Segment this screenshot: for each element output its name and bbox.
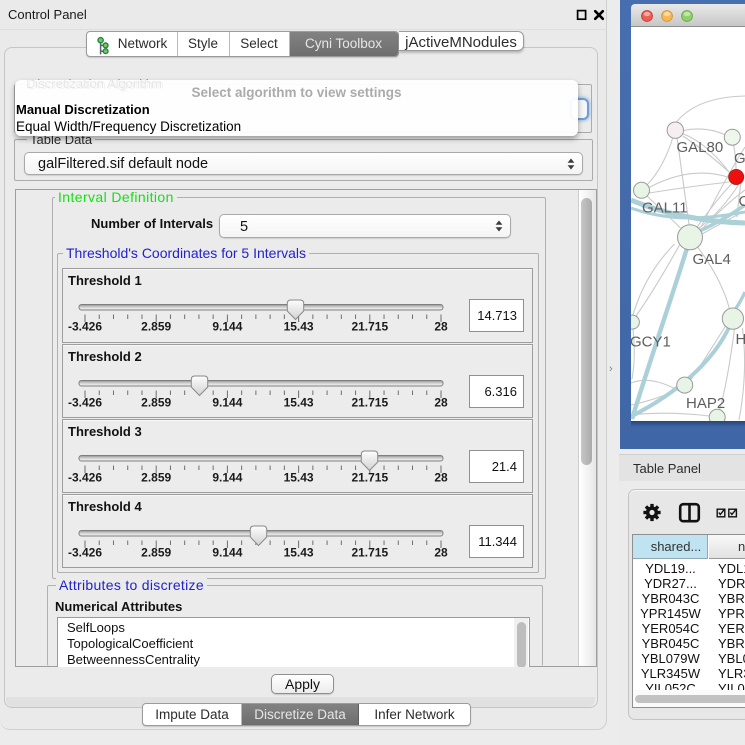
svg-text:GAL80: GAL80	[677, 139, 724, 156]
svg-text:HAP2: HAP2	[686, 395, 725, 412]
svg-text:9.144: 9.144	[212, 320, 242, 334]
svg-text:28: 28	[434, 320, 448, 334]
svg-text:GCY1: GCY1	[631, 334, 671, 351]
svg-text:-3.426: -3.426	[68, 320, 102, 334]
svg-text:2.859: 2.859	[141, 395, 171, 409]
svg-text:-3.426: -3.426	[68, 470, 102, 484]
svg-text:21.715: 21.715	[351, 320, 388, 334]
svg-text:21.715: 21.715	[351, 545, 388, 559]
svg-text:2.859: 2.859	[141, 545, 171, 559]
svg-text:9.144: 9.144	[212, 545, 242, 559]
svg-text:2.859: 2.859	[141, 470, 171, 484]
svg-text:15.43: 15.43	[284, 545, 314, 559]
svg-text:9.144: 9.144	[212, 395, 242, 409]
svg-text:2.859: 2.859	[141, 320, 171, 334]
svg-text:C: C	[739, 193, 745, 210]
svg-text:GAL11: GAL11	[642, 200, 688, 217]
svg-text:15.43: 15.43	[284, 470, 314, 484]
svg-text:28: 28	[434, 470, 448, 484]
svg-text:H: H	[736, 331, 745, 348]
svg-text:28: 28	[434, 545, 448, 559]
svg-text:G.: G.	[734, 150, 745, 167]
svg-text:21.715: 21.715	[351, 395, 388, 409]
svg-text:21.715: 21.715	[351, 470, 388, 484]
svg-text:15.43: 15.43	[284, 320, 314, 334]
svg-text:15.43: 15.43	[284, 395, 314, 409]
svg-text:28: 28	[434, 395, 448, 409]
svg-text:-3.426: -3.426	[68, 545, 102, 559]
svg-text:GAL4: GAL4	[693, 251, 731, 268]
svg-text:-3.426: -3.426	[68, 395, 102, 409]
svg-text:9.144: 9.144	[212, 470, 242, 484]
